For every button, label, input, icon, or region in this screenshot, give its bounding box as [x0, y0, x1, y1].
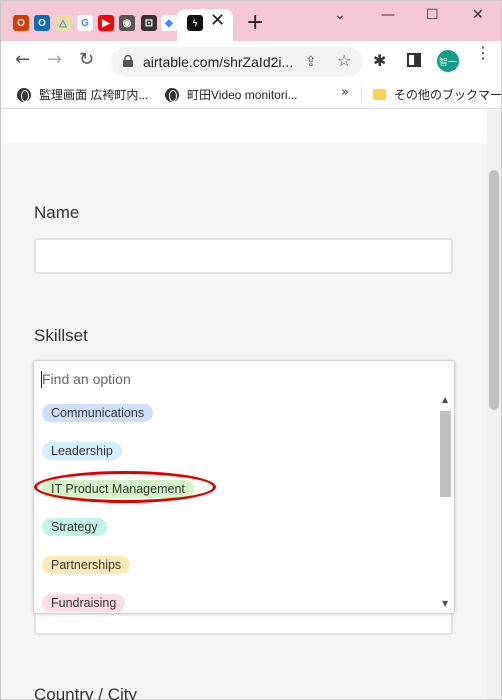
- airtable-active-icon: ϟ: [187, 15, 203, 31]
- skill-option[interactable]: Leadership: [42, 442, 122, 460]
- dropdown-scroll-thumb[interactable]: [440, 411, 451, 497]
- lock-icon: [123, 55, 133, 67]
- office-icon[interactable]: O: [13, 15, 29, 31]
- bookmark-item[interactable]: 監理画面 広袴町内...: [17, 86, 148, 103]
- skillset-field-bottom: [34, 613, 453, 635]
- skill-option[interactable]: Fundraising: [42, 594, 126, 612]
- new-tab-button[interactable]: +: [246, 12, 264, 34]
- url-text: airtable.com/shrZaId2i...: [143, 54, 294, 70]
- bookmark-item[interactable]: 町田Video monitori...: [165, 86, 298, 103]
- scroll-up-icon[interactable]: ▲: [442, 395, 448, 404]
- profile-avatar[interactable]: 智一: [437, 50, 459, 72]
- dropdown-scrollbar[interactable]: ▲ ▼: [438, 393, 452, 611]
- other-bookmarks-folder[interactable]: その他のブックマーク: [373, 86, 502, 103]
- tab-strip: O O △ G ▶ ◉ ⊡ ◆ ϟ ✕ + ⌄ — ☐ ✕: [1, 1, 501, 41]
- page-scrollbar[interactable]: [487, 110, 501, 699]
- close-tab-icon[interactable]: ✕: [210, 12, 225, 30]
- name-label: Name: [34, 203, 80, 222]
- more-bookmarks-icon[interactable]: »: [341, 85, 349, 100]
- page-scroll-thumb[interactable]: [489, 170, 499, 410]
- bookmark-star-icon[interactable]: ☆: [337, 51, 351, 70]
- reload-button[interactable]: ↻: [79, 49, 94, 71]
- youtube-icon[interactable]: ▶: [98, 15, 114, 31]
- bookmark-label: 町田Video monitori...: [187, 88, 298, 102]
- name-input[interactable]: [34, 238, 453, 274]
- back-button[interactable]: ←: [15, 49, 30, 71]
- close-window-button[interactable]: ✕: [472, 7, 484, 23]
- outlook-icon[interactable]: O: [34, 15, 50, 31]
- scroll-down-icon[interactable]: ▼: [442, 599, 448, 608]
- skillset-dropdown[interactable]: Find an option Communications Leadership I…: [33, 360, 455, 614]
- option-search-input[interactable]: Find an option: [42, 371, 131, 387]
- menu-icon[interactable]: ⋮: [475, 45, 491, 61]
- minimize-button[interactable]: —: [381, 7, 395, 23]
- skill-option[interactable]: Partnerships: [42, 556, 131, 574]
- skill-option[interactable]: IT Product Management: [42, 480, 194, 498]
- globe-tab-icon[interactable]: ◉: [119, 15, 135, 31]
- google-icon[interactable]: G: [77, 15, 93, 31]
- share-icon[interactable]: ⇪: [305, 53, 317, 70]
- globe-icon: [17, 87, 31, 102]
- skill-option[interactable]: Strategy: [42, 518, 107, 536]
- bookmark-divider: [361, 87, 362, 103]
- folder-label: その他のブックマーク: [394, 88, 502, 102]
- folder-icon: [373, 89, 386, 100]
- toolbar: ← → ↻ airtable.com/shrZaId2i... ⇪ ☆ ✱ 智一…: [1, 41, 501, 81]
- forward-button[interactable]: →: [47, 49, 62, 71]
- country-city-label: Country / City: [34, 685, 137, 700]
- bookmarks-bar: 監理画面 広袴町内... 町田Video monitori... » その他のブ…: [1, 81, 502, 109]
- tab-search-icon[interactable]: ⌄: [334, 7, 346, 23]
- app-tab-icon[interactable]: ⊡: [141, 15, 157, 31]
- airtable-tab-icon[interactable]: ◆: [161, 15, 177, 31]
- maximize-button[interactable]: ☐: [426, 7, 439, 23]
- address-bar[interactable]: airtable.com/shrZaId2i... ⇪ ☆: [111, 47, 363, 77]
- browser-window: O O △ G ▶ ◉ ⊡ ◆ ϟ ✕ + ⌄ — ☐ ✕ ← → ↻ airtable.co…: [0, 0, 502, 700]
- page-top-band: [1, 110, 487, 143]
- extensions-icon[interactable]: ✱: [373, 51, 386, 70]
- side-panel-icon[interactable]: [407, 53, 421, 67]
- bookmark-label: 監理画面 広袴町内...: [39, 88, 149, 102]
- skill-option[interactable]: Communications: [42, 404, 154, 422]
- globe-icon: [165, 87, 179, 102]
- skillset-label: Skillset: [34, 326, 88, 345]
- drive-icon[interactable]: △: [55, 15, 71, 31]
